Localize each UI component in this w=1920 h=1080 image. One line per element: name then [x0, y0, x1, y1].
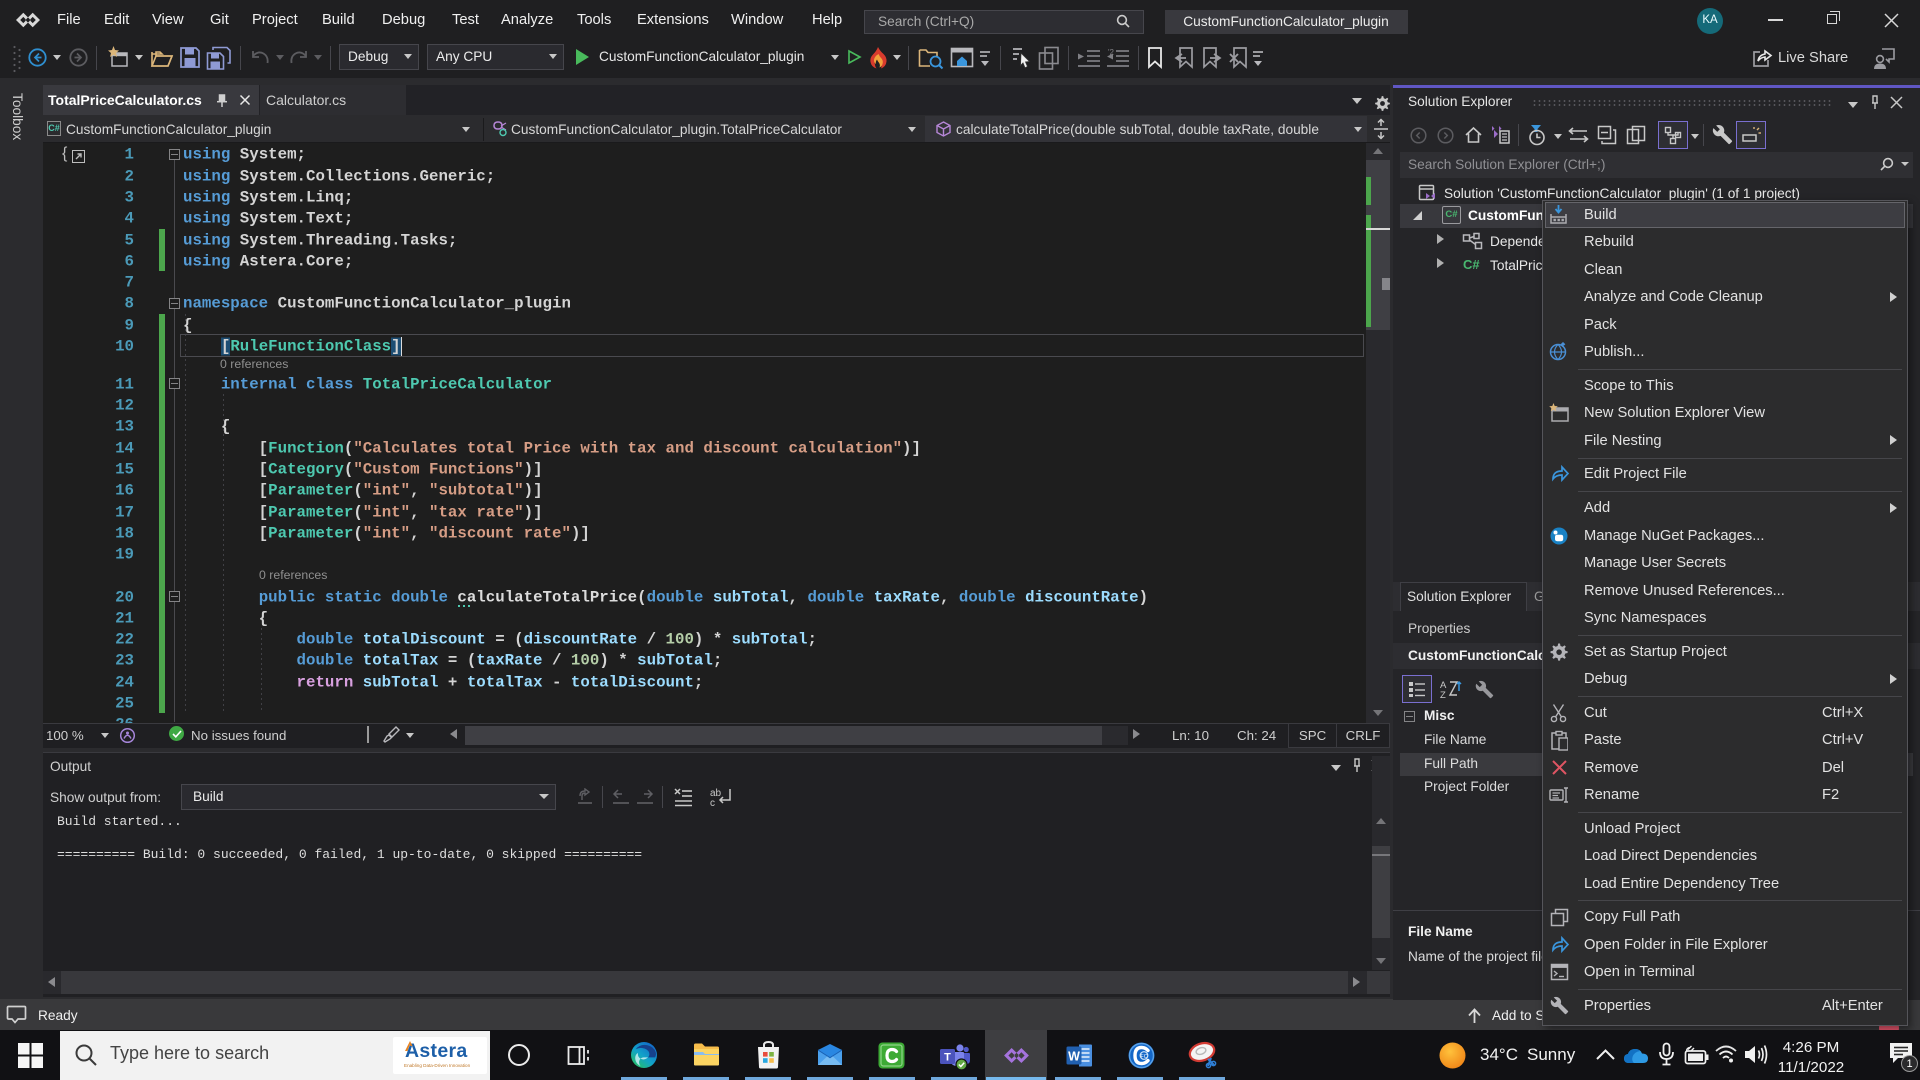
svg-text:T: T	[944, 1052, 951, 1064]
svg-text:'2: '2	[1108, 49, 1115, 57]
svg-text:Z: Z	[1440, 690, 1446, 699]
svg-text:W: W	[1068, 1050, 1080, 1064]
svg-text:c: c	[710, 798, 715, 808]
svg-text:FC: FC	[1140, 1054, 1147, 1060]
